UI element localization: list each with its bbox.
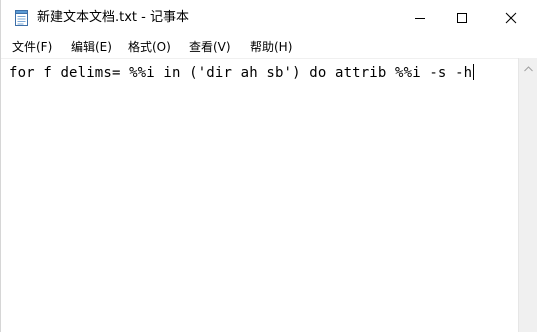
menu-edit[interactable]: 编辑(E) xyxy=(71,38,112,56)
scroll-up-button[interactable] xyxy=(519,58,537,75)
menu-format[interactable]: 格式(O) xyxy=(128,38,171,56)
text-editor-area[interactable]: for f delims= %%i in ('dir ah sb') do at… xyxy=(1,58,518,332)
minimize-icon xyxy=(414,9,426,28)
minimize-button[interactable] xyxy=(397,0,443,36)
menu-file[interactable]: 文件(F) xyxy=(12,38,52,56)
menu-view[interactable]: 查看(V) xyxy=(189,38,231,56)
maximize-icon xyxy=(456,9,468,28)
vertical-scrollbar[interactable] xyxy=(518,58,537,332)
text-caret xyxy=(473,64,475,80)
close-button[interactable] xyxy=(488,0,534,36)
title-bar[interactable]: 新建文本文档.txt - 记事本 xyxy=(1,0,537,36)
editor-content-line[interactable]: for f delims= %%i in ('dir ah sb') do at… xyxy=(9,64,475,82)
notepad-icon xyxy=(15,10,28,26)
maximize-button[interactable] xyxy=(439,0,485,36)
notepad-window: 新建文本文档.txt - 记事本 文件(F) 编辑(E) 格式(O) 查看(V)… xyxy=(0,0,537,332)
editor-text: for f delims= %%i in ('dir ah sb') do at… xyxy=(9,65,473,81)
close-icon xyxy=(505,9,517,28)
scroll-up-arrow-icon xyxy=(523,57,533,76)
menu-help[interactable]: 帮助(H) xyxy=(250,38,292,56)
menu-bar: 文件(F) 编辑(E) 格式(O) 查看(V) 帮助(H) xyxy=(1,36,537,57)
window-title: 新建文本文档.txt - 记事本 xyxy=(37,10,189,25)
